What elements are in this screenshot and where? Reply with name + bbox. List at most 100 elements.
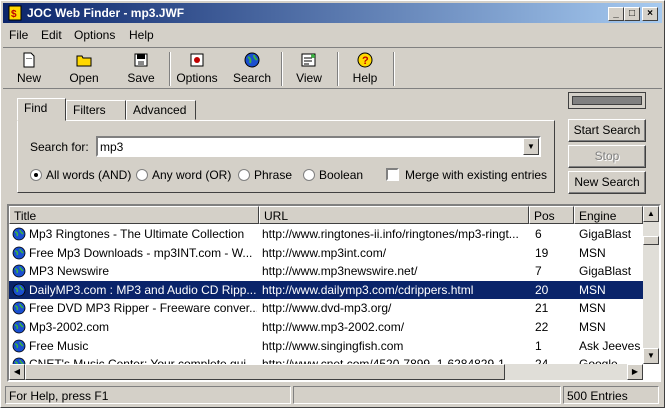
vertical-scrollbar[interactable]: ▲ ▼ [643,206,659,364]
option-any-word[interactable]: Any word (OR) [136,168,231,182]
menu-help[interactable]: Help [129,28,154,42]
status-help: For Help, press F1 [5,386,291,404]
option-boolean[interactable]: Boolean [303,168,363,182]
cell-pos: 7 [535,264,542,279]
toolbar-separator [393,52,395,86]
scroll-left-icon[interactable]: ◀ [9,364,25,380]
cell-url: http://www.dailymp3.com/cdrippers.html [262,282,474,297]
search-button[interactable]: Search [231,50,273,88]
view-button[interactable]: View [289,50,329,88]
column-url[interactable]: URL [259,206,529,224]
menu-bar: File Edit Options Help [3,25,662,45]
cell-pos: 22 [535,320,549,334]
new-doc-icon [23,52,35,68]
scroll-up-icon[interactable]: ▲ [643,206,659,222]
cell-engine: Ask Jeeves [579,338,641,353]
cell-title: Free Mp3 Downloads - mp3INT.com - W... [29,245,253,260]
cell-url: http://www.mp3newswire.net/ [262,264,418,279]
help-button[interactable]: ? Help [345,50,385,88]
table-row[interactable]: Free DVD MP3 Ripper - Freeware conver...… [9,299,643,317]
cell-engine: MSN [579,320,606,334]
table-row[interactable]: Mp3 Ringtones - The Ultimate Collection h… [9,225,643,243]
table-row[interactable]: Mp3-2002.com http://www.mp3-2002.com/22 MS… [9,318,643,336]
option-phrase[interactable]: Phrase [238,168,292,182]
globe-icon [12,246,26,259]
table-row[interactable]: Free Mp3 Downloads - mp3INT.com - W... ht… [9,244,643,262]
cell-url: http://www.mp3-2002.com/ [262,320,405,334]
checkbox-icon [386,168,399,181]
scroll-right-icon[interactable]: ▶ [627,364,643,380]
save-icon [134,53,148,67]
toolbar-separator [337,52,339,86]
find-panel: Search for: mp3 ▼ All words (AND) Any wo… [17,120,555,193]
hscroll-thumb[interactable] [25,364,505,380]
toolbar-separator [281,52,283,86]
view-icon [301,53,316,67]
toolbar: New Open Save Options Search View ? Help [3,47,662,89]
cell-title: MP3 Newswire [29,264,110,279]
column-pos[interactable]: Pos [529,206,574,224]
cell-pos: 20 [535,282,549,297]
globe-icon [12,339,26,352]
cell-title: Free Music [29,338,89,353]
cell-title: DailyMP3.com : MP3 and Audio CD Ripp... [29,282,257,297]
scroll-down-icon[interactable]: ▼ [643,348,659,364]
title-bar[interactable]: $ JOC Web Finder - mp3.JWF _ □ × [3,3,662,23]
search-for-label: Search for: [30,140,89,154]
table-row[interactable]: Free Music http://www.singingfish.com 1 Ask… [9,337,643,355]
column-title[interactable]: Title [9,206,259,224]
cell-url: http://www.ringtones-ii.info/ringtones/m… [262,227,519,241]
radio-off-icon [303,169,315,181]
open-button[interactable]: Open [64,50,104,88]
merge-checkbox[interactable]: Merge with existing entries [386,168,547,182]
menu-options[interactable]: Options [74,28,115,42]
chevron-down-icon[interactable]: ▼ [523,138,539,155]
search-input[interactable]: mp3 ▼ [96,136,541,157]
globe-icon [12,301,26,315]
menu-file[interactable]: File [9,28,28,42]
cell-engine: MSN [579,245,606,260]
cell-engine: GigaBlast [579,227,632,241]
options-button[interactable]: Options [173,50,221,88]
status-middle [293,386,561,404]
globe-icon [12,264,26,278]
progress-bar [568,92,646,109]
new-button[interactable]: New [9,50,49,88]
cell-pos: 19 [535,245,549,260]
cell-url: http://www.dvd-mp3.org/ [262,301,392,316]
save-button[interactable]: Save [121,50,161,88]
cell-url: http://www.singingfish.com [262,338,404,353]
globe-icon [12,227,26,241]
stop-button[interactable]: Stop [568,145,646,168]
maximize-button[interactable]: □ [624,7,640,21]
svg-text:?: ? [362,55,369,67]
table-row[interactable]: DailyMP3.com : MP3 and Audio CD Ripp... h… [9,280,643,299]
tab-find[interactable]: Find [17,98,66,121]
help-icon: ? [357,52,373,68]
cell-title: Free DVD MP3 Ripper - Freeware conver... [29,301,257,316]
cell-pos: 6 [535,227,542,241]
cell-engine: GigaBlast [579,264,632,279]
table-row[interactable]: MP3 Newswire http://www.mp3newswire.net/7… [9,262,643,280]
cell-pos: 1 [535,338,542,353]
globe-search-icon [244,52,260,68]
open-folder-icon [76,55,92,67]
results-list[interactable]: Title URL Pos Engine Mp3 Ringtones - The… [7,204,661,382]
search-value: mp3 [100,140,124,154]
svg-text:$: $ [11,9,17,20]
column-engine[interactable]: Engine [574,206,643,224]
tab-filters[interactable]: Filters [66,100,126,120]
horizontal-scrollbar[interactable]: ◀ ▶ [9,364,643,380]
cell-pos: 21 [535,301,549,316]
cell-engine: MSN [579,301,606,316]
scroll-thumb[interactable] [643,236,659,245]
option-all-words[interactable]: All words (AND) [30,168,131,182]
tab-advanced[interactable]: Advanced [126,100,196,120]
close-button[interactable]: × [642,7,658,21]
new-search-button[interactable]: New Search [568,171,646,194]
globe-icon [12,283,26,297]
minimize-button[interactable]: _ [608,7,624,21]
menu-edit[interactable]: Edit [41,28,62,42]
start-search-button[interactable]: Start Search [568,119,646,142]
toolbar-separator [169,52,171,86]
